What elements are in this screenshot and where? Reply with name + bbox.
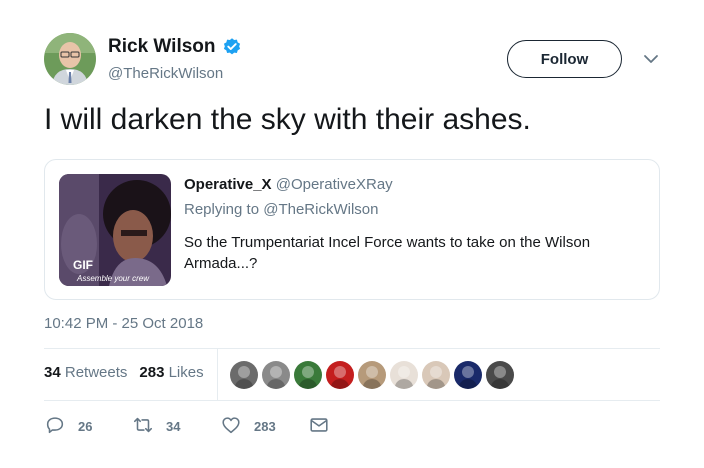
- like-action[interactable]: 283: [220, 414, 276, 439]
- author-handle[interactable]: @TheRickWilson: [108, 65, 223, 82]
- quoted-replying-to: Replying to @TheRickWilson: [184, 201, 379, 218]
- heart-icon: [220, 414, 242, 439]
- verified-badge-icon: [222, 37, 242, 57]
- gif-thumbnail[interactable]: GIF Assemble your crew: [59, 174, 171, 286]
- retweet-count: 34: [166, 419, 181, 434]
- direct-message-action[interactable]: [308, 414, 330, 439]
- liker-avatar-7[interactable]: [422, 361, 450, 389]
- divider: [44, 348, 660, 349]
- like-count: 283: [254, 419, 276, 434]
- liker-avatar-4[interactable]: [326, 361, 354, 389]
- gif-badge: GIF: [73, 258, 93, 272]
- reply-count: 26: [78, 419, 93, 434]
- quoted-tweet-text: So the Trumpentariat Incel Force wants t…: [184, 234, 591, 272]
- retweet-icon: [132, 414, 154, 439]
- envelope-icon: [308, 414, 330, 439]
- liker-avatar-9[interactable]: [486, 361, 514, 389]
- retweets-stat[interactable]: 34 Retweets: [44, 364, 127, 381]
- tweet-timestamp[interactable]: 10:42 PM - 25 Oct 2018: [44, 315, 203, 332]
- author-name[interactable]: Rick Wilson: [108, 36, 216, 58]
- gif-caption: Assemble your crew: [77, 274, 150, 283]
- quoted-author-name: Operative_X: [184, 176, 272, 193]
- tweet-card: Rick Wilson @TheRickWilson Follow I will…: [0, 0, 704, 468]
- retweet-action[interactable]: 34: [132, 414, 180, 439]
- tweet-text: I will darken the sky with their ashes.: [44, 103, 531, 136]
- likers-avatars: [230, 361, 514, 389]
- liker-avatar-6[interactable]: [390, 361, 418, 389]
- reply-icon: [44, 414, 66, 439]
- chevron-down-icon[interactable]: [642, 52, 660, 66]
- liker-avatar-5[interactable]: [358, 361, 386, 389]
- liker-avatar-3[interactable]: [294, 361, 322, 389]
- stats-separator: [217, 349, 218, 400]
- likes-stat[interactable]: 283 Likes: [139, 364, 203, 381]
- divider: [44, 400, 660, 401]
- liker-avatar-8[interactable]: [454, 361, 482, 389]
- author-avatar[interactable]: [44, 33, 96, 85]
- quoted-author-handle: @OperativeXRay: [275, 176, 393, 193]
- liker-avatar-2[interactable]: [262, 361, 290, 389]
- quoted-tweet[interactable]: GIF Assemble your crew Operative_X @Oper…: [44, 159, 660, 300]
- liker-avatar-1[interactable]: [230, 361, 258, 389]
- engagement-stats: 34 Retweets 283 Likes: [44, 364, 204, 381]
- follow-button[interactable]: Follow: [507, 40, 622, 78]
- reply-action[interactable]: 26: [44, 414, 92, 439]
